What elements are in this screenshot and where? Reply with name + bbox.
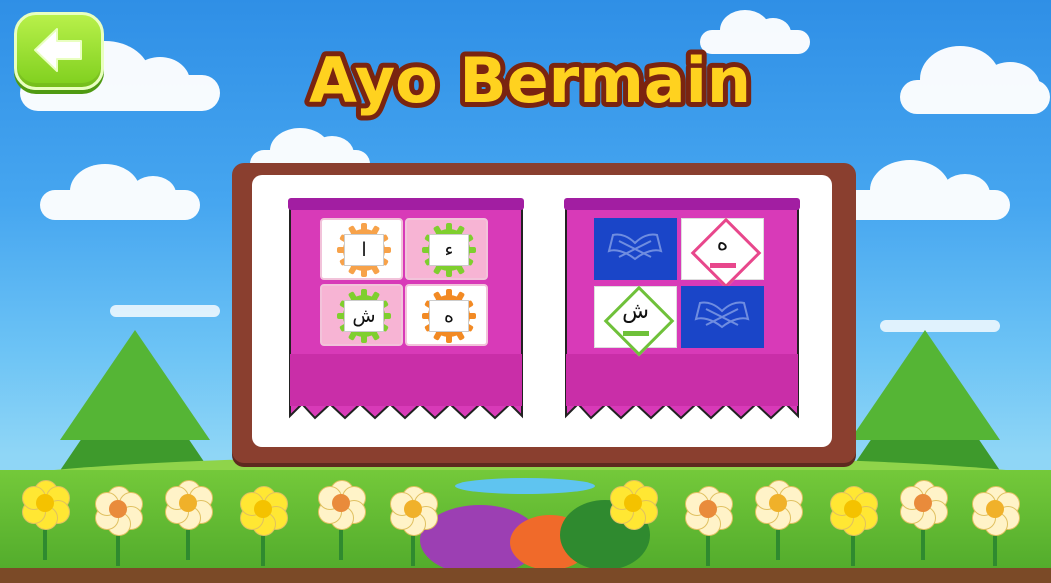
dirt-strip: [0, 568, 1051, 583]
banner-rod: [564, 198, 800, 210]
flower: [685, 486, 733, 566]
cloud: [900, 46, 1050, 114]
gear-letter-card: ش: [320, 284, 403, 346]
flower: [610, 480, 658, 560]
gear-letter-card: ه: [405, 284, 488, 346]
label-ribbon: [710, 263, 736, 268]
arabic-letter: ش: [622, 299, 649, 324]
cloud: [110, 305, 220, 317]
open-book-icon: [594, 218, 677, 280]
gear-letter-card: ا: [320, 218, 403, 280]
flower: [165, 480, 213, 560]
arabic-letter: ه: [716, 231, 729, 256]
arabic-letter: ه: [429, 300, 469, 332]
arabic-letter: ش: [344, 300, 384, 332]
back-button[interactable]: [14, 12, 104, 90]
title-text: Ayo Bermain: [309, 44, 751, 117]
banner-rod: [288, 198, 524, 210]
arrow-left-icon: [34, 28, 82, 72]
flower: [318, 480, 366, 560]
tree: [60, 330, 210, 440]
match-game-button[interactable]: ا ء ش ه: [288, 198, 524, 420]
gear-letter-card: ء: [405, 218, 488, 280]
label-ribbon: [623, 331, 649, 336]
letter-card: ش: [594, 285, 677, 357]
flower: [755, 480, 803, 560]
flower: [390, 486, 438, 566]
pond: [455, 478, 595, 494]
flower: [95, 486, 143, 566]
flower: [240, 486, 288, 566]
arabic-letter: ء: [429, 234, 469, 266]
cloud: [840, 160, 1010, 220]
flower: [22, 480, 70, 560]
memory-game-button[interactable]: هش: [564, 198, 800, 420]
open-book-icon: [681, 286, 764, 348]
tree: [850, 330, 1000, 440]
page-title: Ayo Bermain Ayo Bermain: [270, 36, 790, 122]
cloud: [40, 164, 200, 220]
letter-card: ه: [681, 217, 764, 289]
flower: [972, 486, 1020, 566]
flower: [900, 480, 948, 560]
flower: [830, 486, 878, 566]
arabic-letter: ا: [344, 234, 384, 266]
